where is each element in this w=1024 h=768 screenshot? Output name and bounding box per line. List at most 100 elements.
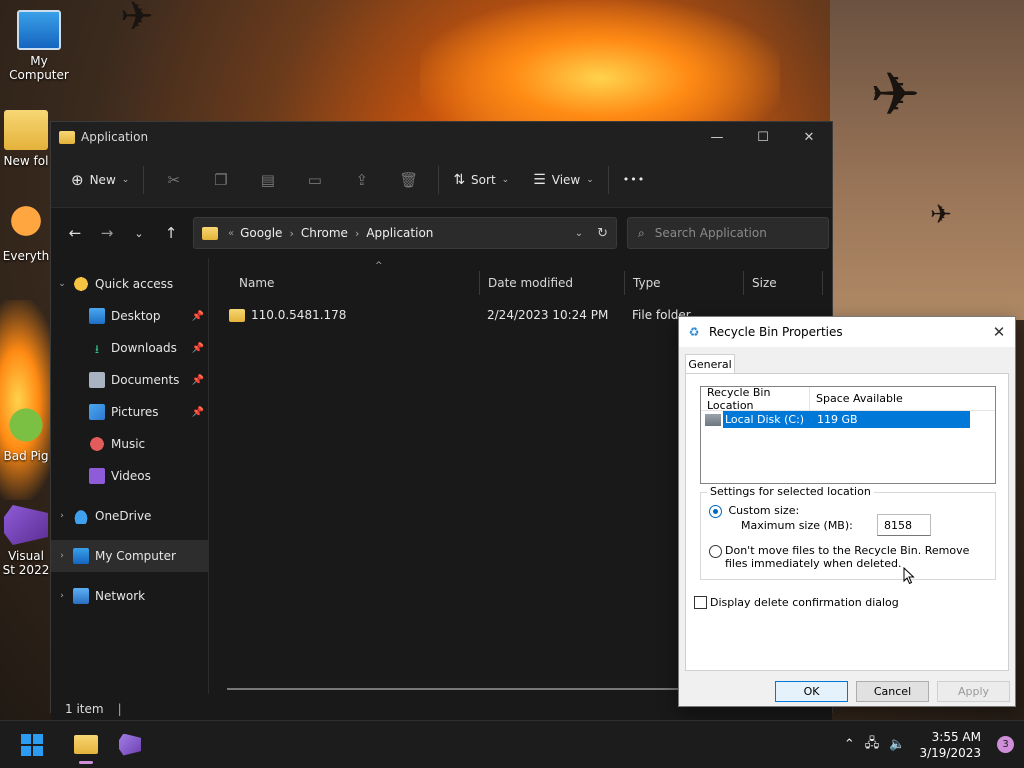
visual-studio-icon (119, 733, 141, 756)
nav-onedrive[interactable]: › OneDrive (51, 500, 208, 532)
back-button[interactable]: ← (59, 217, 91, 249)
recycle-bin-icon: ♻ (688, 325, 700, 339)
recent-locations-button[interactable]: ⌄ (123, 217, 155, 249)
desktop-icon-everything[interactable]: Everyth (1, 205, 51, 263)
nav-music[interactable]: Music (51, 428, 208, 460)
explorer-titlebar[interactable]: Application — ☐ ✕ (51, 122, 832, 152)
settings-group-label: Settings for selected location (707, 485, 874, 498)
up-button[interactable]: ↑ (155, 217, 187, 249)
copy-button[interactable]: ❐ (197, 164, 244, 196)
desktop-icon-my-computer[interactable]: My Computer (1, 10, 77, 82)
column-date-modified[interactable]: Date modified (479, 270, 624, 295)
overflow-crumb[interactable]: « (228, 228, 234, 239)
chevron-right-icon[interactable]: › (51, 511, 73, 521)
nav-my-computer[interactable]: › My Computer (51, 540, 208, 572)
view-button[interactable]: ☰ View ⌄ (525, 164, 602, 196)
delete-confirmation-checkbox[interactable]: Display delete confirmation dialog (694, 596, 899, 609)
rename-button[interactable]: ▭ (291, 164, 338, 196)
column-size[interactable]: Size (743, 270, 823, 295)
tab-general[interactable]: General (685, 354, 735, 374)
search-box[interactable]: ⌕ Search Application (627, 217, 829, 249)
maximize-button[interactable]: ☐ (740, 122, 786, 152)
windows-logo-icon (21, 733, 43, 756)
taskbar-file-explorer[interactable] (64, 725, 108, 765)
more-options-button[interactable]: ••• (615, 164, 653, 196)
chevron-right-icon[interactable]: › (51, 551, 73, 561)
address-bar[interactable]: « Google › Chrome › Application ⌄ ↻ (193, 217, 617, 249)
drive-icon (705, 413, 721, 426)
desktop-icon-bad-piggies[interactable]: Bad Pig (1, 405, 51, 463)
refresh-icon[interactable]: ↻ (597, 226, 608, 241)
desktop-icon-visual-studio[interactable]: Visual St 2022 (1, 505, 51, 577)
share-button[interactable]: ⇪ (338, 164, 385, 196)
apply-button[interactable]: Apply (937, 681, 1010, 702)
max-size-label: Maximum size (MB): (741, 519, 853, 532)
folder-icon (59, 130, 75, 144)
status-divider: | (117, 702, 122, 716)
checkbox-icon (694, 596, 707, 609)
settings-group: Settings for selected location Custom si… (700, 485, 996, 580)
start-button[interactable] (10, 725, 54, 765)
dialog-buttons: OK Cancel Apply (775, 681, 1010, 702)
chevron-down-icon: ⌄ (501, 174, 510, 185)
breadcrumb-chrome[interactable]: Chrome (301, 226, 348, 240)
address-dropdown-icon[interactable]: ⌄ (575, 228, 583, 239)
nav-videos[interactable]: Videos (51, 460, 208, 492)
column-name[interactable]: Name ^ (231, 261, 479, 295)
nav-network[interactable]: › Network (51, 580, 208, 612)
max-size-input[interactable]: 8158 (877, 514, 931, 536)
horizontal-scrollbar[interactable] (227, 688, 687, 690)
breadcrumb-application[interactable]: Application (366, 226, 433, 240)
dialog-titlebar[interactable]: ♻ Recycle Bin Properties ✕ (679, 317, 1015, 347)
cancel-button[interactable]: Cancel (856, 681, 929, 702)
nav-downloads[interactable]: ⭳ Downloads 📌 (51, 332, 208, 364)
pictures-icon (89, 404, 105, 420)
window-title: Application (81, 130, 149, 144)
general-panel: Recycle Bin Location Space Available Loc… (685, 373, 1009, 671)
file-date-cell: 2/24/2023 10:24 PM (487, 308, 609, 322)
column-type[interactable]: Type (624, 270, 743, 295)
folder-icon (202, 226, 218, 240)
forward-button[interactable]: → (91, 217, 123, 249)
location-list[interactable]: Recycle Bin Location Space Available Loc… (700, 386, 996, 484)
nav-desktop[interactable]: Desktop 📌 (51, 300, 208, 332)
nav-pictures[interactable]: Pictures 📌 (51, 396, 208, 428)
sort-button[interactable]: ⇅ Sort ⌄ (445, 164, 517, 196)
dont-move-files-radio[interactable]: Don't move files to the Recycle Bin. Rem… (709, 544, 991, 570)
chevron-right-icon[interactable]: › (51, 591, 73, 601)
chevron-up-icon[interactable]: ⌃ (844, 737, 855, 752)
notification-badge[interactable]: 3 (997, 736, 1014, 753)
dialog-close-button[interactable]: ✕ (983, 323, 1015, 341)
cut-button[interactable]: ✂ (150, 164, 197, 196)
chevron-right-icon: › (354, 226, 360, 240)
helicopter-icon: ✈ (930, 200, 952, 230)
breadcrumb-google[interactable]: Google (240, 226, 282, 240)
nav-documents[interactable]: Documents 📌 (51, 364, 208, 396)
column-location[interactable]: Recycle Bin Location (701, 386, 810, 412)
clock[interactable]: 3:55 AM 3/19/2023 (919, 729, 981, 761)
network-status-icon[interactable]: 🖧 (865, 734, 880, 756)
radio-selected-icon (709, 504, 722, 518)
minimize-button[interactable]: — (694, 122, 740, 152)
command-bar: ⊕ New ⌄ ✂ ❐ ▤ ▭ ⇪ 🗑 ⇅ Sort ⌄ ☰ View ⌄ ••… (51, 152, 832, 208)
custom-size-radio[interactable]: Custom size: (709, 504, 799, 518)
desktop-icon-new-folder[interactable]: New fol (1, 110, 51, 168)
close-button[interactable]: ✕ (786, 122, 832, 152)
chevron-down-icon[interactable]: ⌄ (51, 279, 73, 289)
volume-icon[interactable]: 🔈 (889, 737, 905, 752)
paste-button[interactable]: ▤ (244, 164, 291, 196)
chevron-down-icon: ⌄ (121, 174, 130, 185)
list-item-local-disk[interactable]: Local Disk (C:) 119 GB (705, 411, 970, 428)
monitor-icon (17, 10, 61, 50)
nav-quick-access[interactable]: ⌄ Quick access (51, 268, 208, 300)
radio-unselected-icon (709, 545, 722, 558)
taskbar-visual-studio[interactable] (108, 725, 152, 765)
delete-button[interactable]: 🗑 (385, 164, 432, 196)
column-space-available[interactable]: Space Available (810, 387, 903, 411)
ok-button[interactable]: OK (775, 681, 848, 702)
new-button[interactable]: ⊕ New ⌄ (63, 164, 137, 196)
helicopter-icon: ✈ (870, 60, 921, 130)
music-icon (89, 436, 105, 452)
pin-icon: 📌 (191, 342, 204, 354)
sort-arrows-icon: ⇅ (453, 171, 466, 188)
